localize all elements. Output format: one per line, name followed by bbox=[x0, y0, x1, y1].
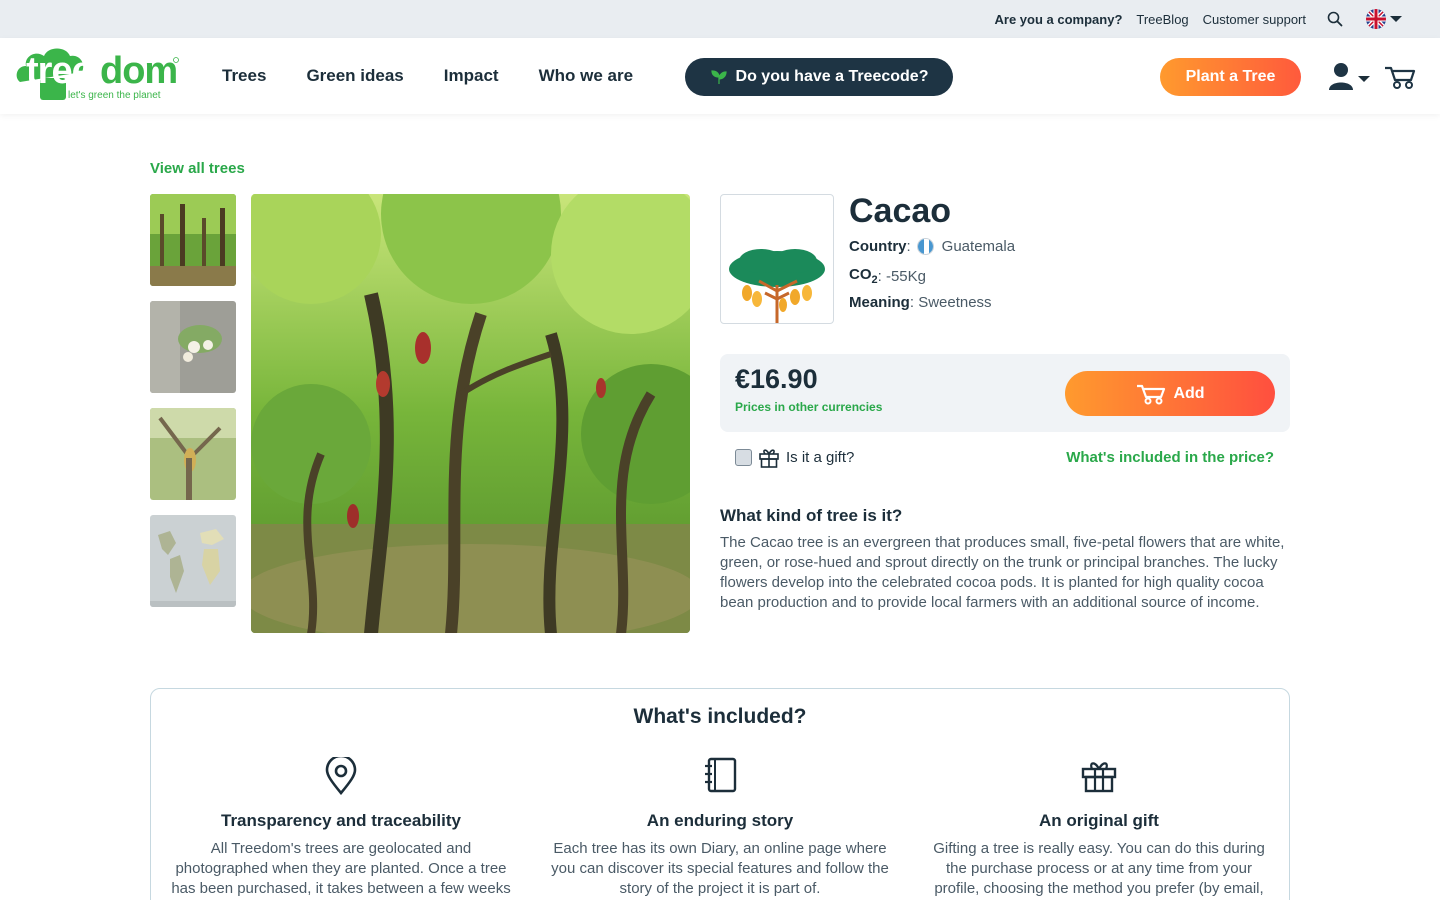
gift-checkbox[interactable] bbox=[735, 448, 752, 466]
main-product-photo bbox=[251, 194, 690, 633]
gallery-thumbnail[interactable] bbox=[150, 408, 236, 500]
utility-bar: Are you a company? TreeBlog Customer sup… bbox=[0, 0, 1440, 38]
country-label: Country bbox=[849, 238, 907, 255]
gift-icon bbox=[919, 757, 1279, 797]
svg-text:let's green the planet: let's green the planet bbox=[68, 90, 161, 101]
country-line: Country: Guatemala bbox=[849, 238, 1016, 255]
svg-text:tree: tree bbox=[26, 50, 92, 92]
search-icon[interactable] bbox=[1326, 10, 1344, 28]
price-box: €16.90 Prices in other currencies Add bbox=[720, 354, 1290, 432]
location-pin-icon bbox=[161, 757, 521, 797]
account-menu[interactable] bbox=[1328, 62, 1370, 95]
gift-option: Is it a gift? bbox=[735, 446, 854, 468]
add-label: Add bbox=[1173, 384, 1205, 402]
cart-icon bbox=[1135, 383, 1167, 405]
nav-item-trees[interactable]: Trees bbox=[222, 66, 266, 86]
notebook-icon bbox=[540, 757, 900, 797]
nav-item-who-we-are[interactable]: Who we are bbox=[539, 66, 633, 86]
feature-gift: An original gift Gifting a tree is reall… bbox=[919, 757, 1279, 899]
uk-flag-icon bbox=[1366, 9, 1386, 29]
gallery-thumbnail[interactable] bbox=[150, 194, 236, 286]
company-link[interactable]: Are you a company? bbox=[995, 12, 1123, 27]
svg-text:dom: dom bbox=[100, 50, 177, 92]
treeblog-link[interactable]: TreeBlog bbox=[1136, 12, 1188, 27]
gallery-thumbnail-map[interactable] bbox=[150, 515, 236, 607]
meaning-line: Meaning: Sweetness bbox=[849, 294, 992, 311]
tree-kind-heading: What kind of tree is it? bbox=[720, 506, 903, 525]
feature-text: All Treedom's trees are geolocated and p… bbox=[171, 840, 511, 897]
guatemala-flag-icon bbox=[916, 238, 934, 255]
co2-label: CO bbox=[849, 266, 872, 283]
feature-title: An enduring story bbox=[646, 811, 794, 830]
whats-included-link[interactable]: What's included in the price? bbox=[1066, 449, 1274, 466]
cart-icon[interactable] bbox=[1383, 64, 1417, 95]
gift-icon bbox=[758, 446, 780, 468]
sprout-icon bbox=[710, 69, 728, 85]
feature-story: An enduring story Each tree has its own … bbox=[540, 757, 900, 899]
tree-illustration bbox=[720, 194, 834, 324]
co2-line: CO2: -55Kg bbox=[849, 266, 926, 286]
price: €16.90 bbox=[735, 364, 818, 394]
user-icon bbox=[1328, 62, 1354, 95]
language-selector[interactable] bbox=[1366, 9, 1402, 29]
tree-kind-description: The Cacao tree is an evergreen that prod… bbox=[720, 534, 1285, 611]
feature-text: Gifting a tree is really easy. You can d… bbox=[933, 840, 1265, 897]
whats-included-section: What's included? Transparency and tracea… bbox=[150, 688, 1290, 900]
other-currencies-link[interactable]: Prices in other currencies bbox=[735, 400, 882, 414]
gallery-thumbnail[interactable] bbox=[150, 301, 236, 393]
view-all-trees-link[interactable]: View all trees bbox=[150, 160, 245, 177]
treecode-button[interactable]: Do you have a Treecode? bbox=[685, 58, 953, 96]
treedom-logo[interactable]: tree dom let's green the planet bbox=[14, 38, 184, 106]
treecode-label: Do you have a Treecode? bbox=[735, 68, 929, 85]
nav-item-impact[interactable]: Impact bbox=[444, 66, 499, 86]
add-to-cart-button[interactable]: Add bbox=[1065, 371, 1275, 416]
customer-support-link[interactable]: Customer support bbox=[1203, 12, 1306, 27]
product-title: Cacao bbox=[849, 192, 952, 230]
meaning-label: Meaning bbox=[849, 294, 910, 311]
feature-text: Each tree has its own Diary, an online p… bbox=[551, 840, 889, 897]
chevron-down-icon bbox=[1358, 75, 1370, 82]
co2-value: -55Kg bbox=[885, 267, 926, 285]
main-nav: Trees Green ideas Impact Who we are bbox=[222, 38, 673, 114]
feature-title: Transparency and traceability bbox=[221, 811, 461, 830]
feature-title: An original gift bbox=[1039, 811, 1159, 830]
utility-links: Are you a company? TreeBlog Customer sup… bbox=[981, 0, 1402, 38]
co2-subscript: 2 bbox=[871, 274, 878, 286]
whats-included-heading: What's included? bbox=[633, 705, 807, 728]
meaning-value: Sweetness bbox=[918, 294, 992, 311]
nav-item-green-ideas[interactable]: Green ideas bbox=[306, 66, 403, 86]
country-value: Guatemala bbox=[941, 238, 1016, 255]
feature-transparency: Transparency and traceability All Treedo… bbox=[161, 757, 521, 899]
main-header: tree dom let's green the planet Trees Gr… bbox=[0, 38, 1440, 114]
chevron-down-icon bbox=[1390, 16, 1402, 22]
gift-label: Is it a gift? bbox=[786, 448, 855, 466]
plant-a-tree-button[interactable]: Plant a Tree bbox=[1160, 58, 1301, 96]
